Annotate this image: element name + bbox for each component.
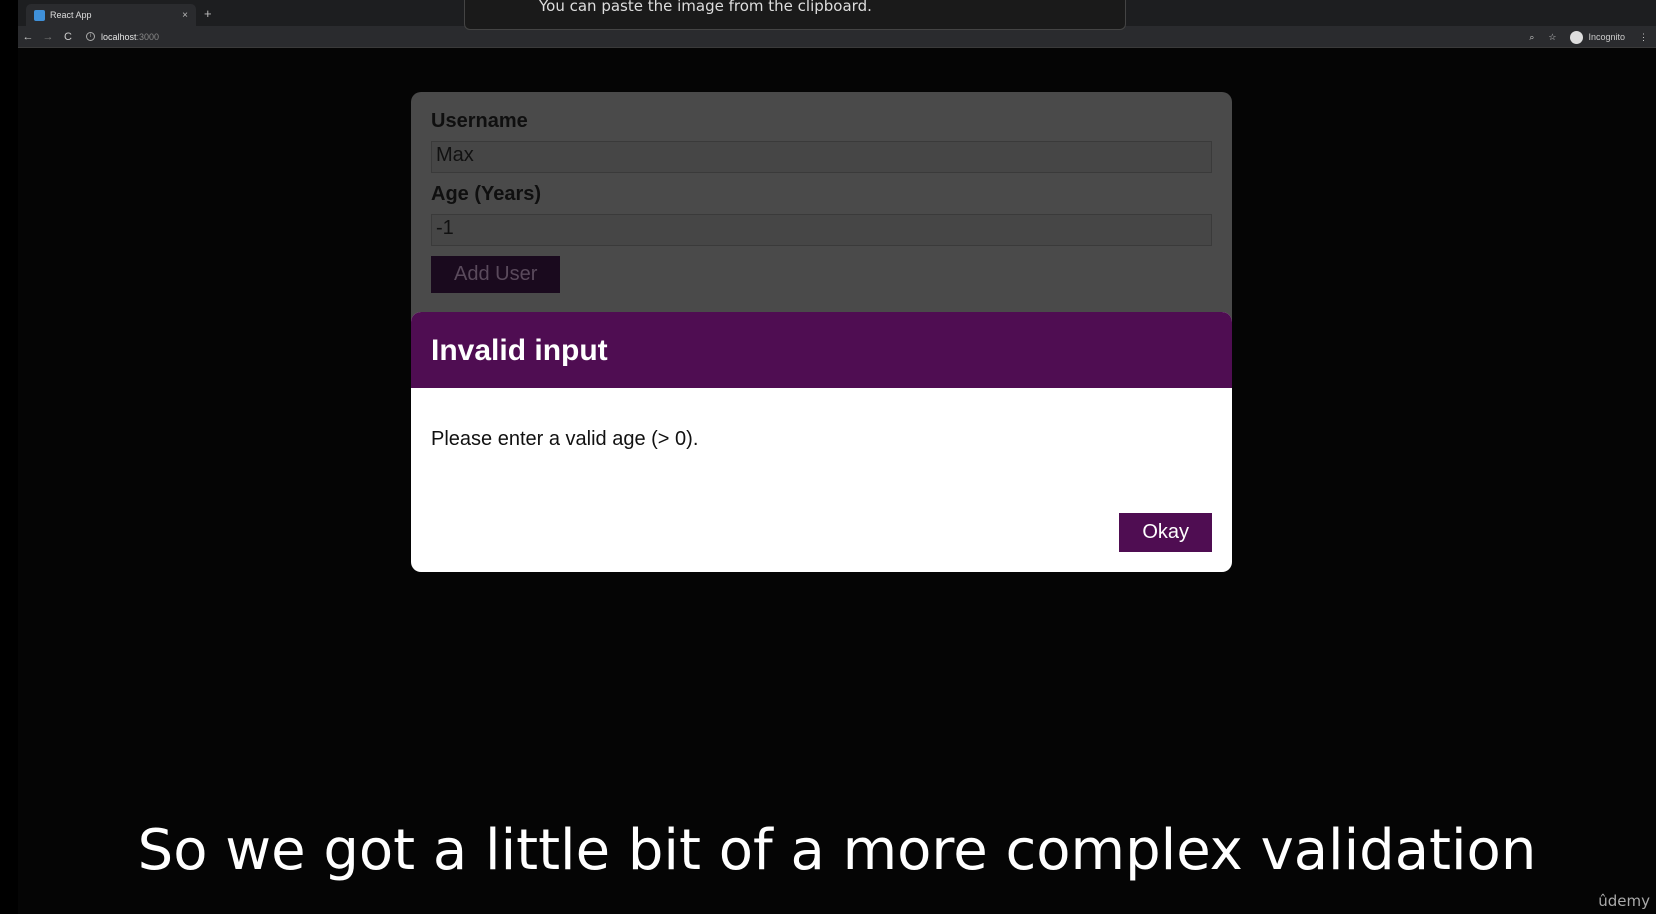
add-user-form: Username Max Age (Years) -1 Add User xyxy=(411,92,1232,332)
url-port: :3000 xyxy=(136,31,160,42)
tab-react-app[interactable]: React App × xyxy=(26,4,196,26)
username-input[interactable]: Max xyxy=(431,141,1212,173)
address-bar[interactable]: i localhost :3000 xyxy=(86,32,159,42)
modal-message: Please enter a valid age (> 0). xyxy=(431,428,699,450)
menu-icon[interactable]: ⋮ xyxy=(1639,32,1648,43)
tab-close-icon[interactable]: × xyxy=(182,10,188,21)
back-icon[interactable]: ← xyxy=(18,31,38,43)
incognito-icon xyxy=(1570,30,1584,44)
toolbar-actions: ⌕ ☆ Incognito ⋮ xyxy=(1529,26,1648,48)
forward-icon[interactable]: → xyxy=(38,31,58,43)
incognito-badge[interactable]: Incognito xyxy=(1570,30,1625,44)
left-edge xyxy=(0,0,18,914)
brand-watermark: ûdemy xyxy=(1598,892,1650,910)
age-label: Age (Years) xyxy=(431,183,542,205)
new-tab-icon[interactable]: + xyxy=(204,6,212,21)
url-host: localhost xyxy=(101,31,137,42)
tab-title: React App xyxy=(50,10,92,20)
okay-button[interactable]: Okay xyxy=(1119,513,1212,552)
video-caption: So we got a little bit of a more complex… xyxy=(137,818,1537,883)
paste-tooltip: You can paste the image from the clipboa… xyxy=(464,0,1126,30)
age-input[interactable]: -1 xyxy=(431,214,1212,246)
incognito-label: Incognito xyxy=(1588,32,1625,42)
star-icon[interactable]: ☆ xyxy=(1548,32,1556,43)
error-modal: Invalid input Please enter a valid age (… xyxy=(411,312,1232,572)
username-label: Username xyxy=(431,110,528,132)
add-user-button[interactable]: Add User xyxy=(431,256,561,293)
react-favicon-icon xyxy=(34,9,45,21)
modal-title: Invalid input xyxy=(411,312,1232,388)
zoom-icon[interactable]: ⌕ xyxy=(1529,32,1534,43)
reload-icon[interactable]: C xyxy=(58,31,78,43)
modal-footer: Okay xyxy=(1119,513,1212,552)
info-icon[interactable]: i xyxy=(86,32,95,41)
